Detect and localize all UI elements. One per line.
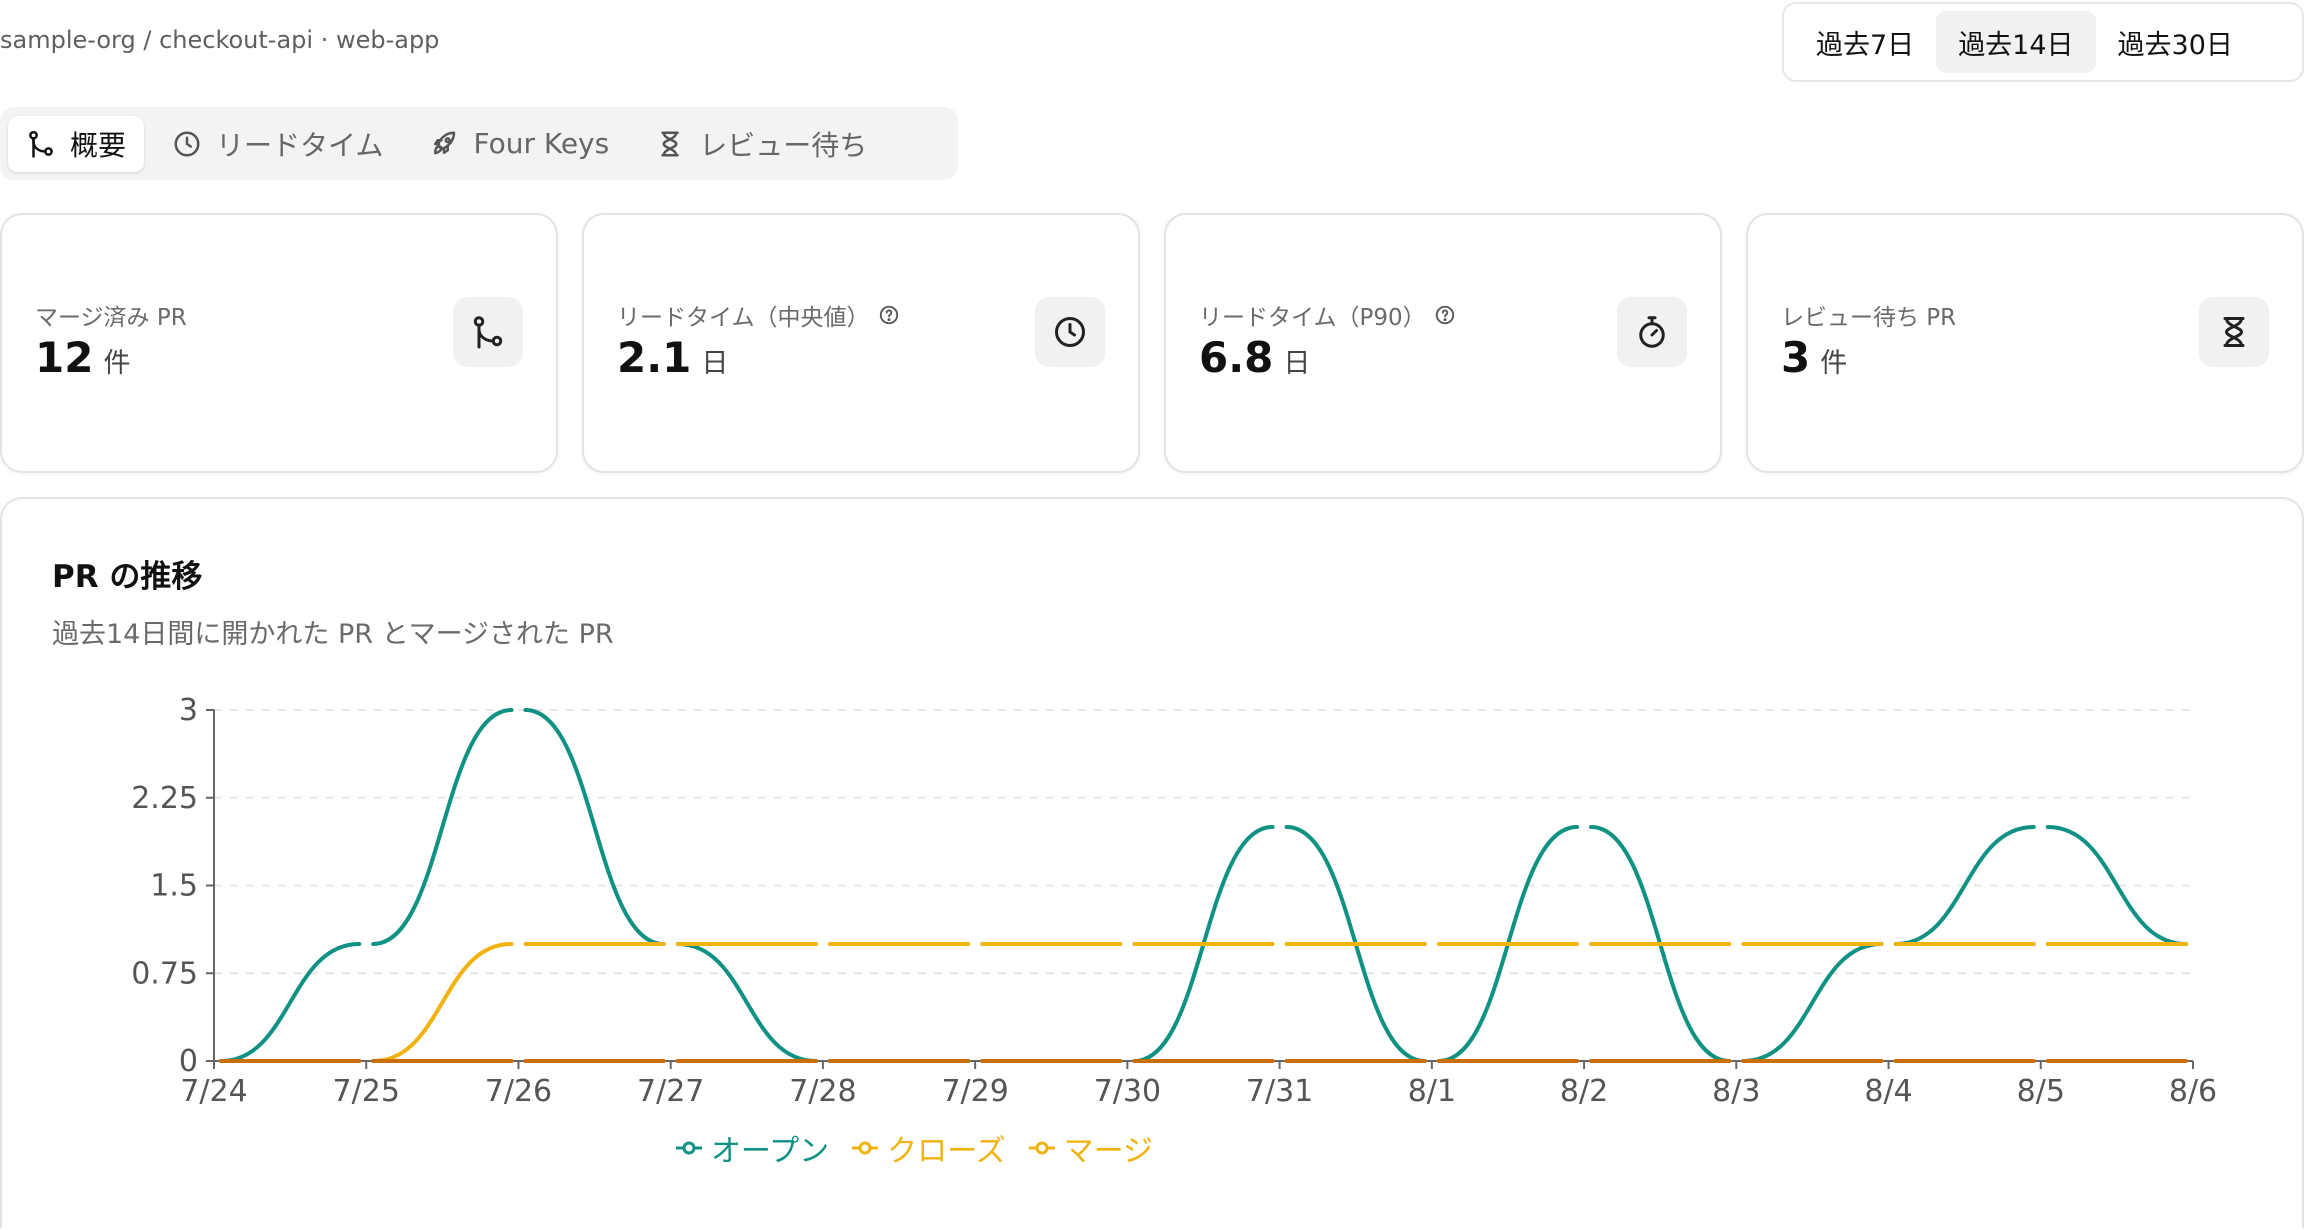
x-tick-label: 7/29 bbox=[941, 1074, 1008, 1109]
x-tick-label: 8/4 bbox=[1864, 1074, 1912, 1109]
kpi-label: リードタイム（中央値） bbox=[617, 298, 870, 332]
pr-trend-chart: 00.751.52.2537/247/257/267/277/287/297/3… bbox=[2, 499, 2302, 1230]
x-tick-label: 8/6 bbox=[2169, 1074, 2217, 1109]
kpi-value-wrap: 3 件 bbox=[1781, 333, 1847, 382]
kpi-label: リードタイム（P90） bbox=[1199, 298, 1426, 332]
kpi-label-wrap: リードタイム（中央値） bbox=[617, 298, 900, 332]
legend-label: クローズ bbox=[887, 1126, 1006, 1170]
kpi-icon-box bbox=[1035, 297, 1105, 367]
kpi-value: 3 bbox=[1781, 333, 1810, 382]
clock-icon bbox=[1052, 314, 1088, 350]
legend-line-icon bbox=[1028, 1140, 1056, 1156]
kpi-label-wrap: リードタイム（P90） bbox=[1199, 298, 1456, 332]
series-segment-open bbox=[1743, 944, 1881, 1061]
kpi-value-wrap: 2.1 日 bbox=[617, 333, 728, 382]
kpi-card-review-waiting: レビュー待ち PR 3 件 bbox=[1746, 213, 2304, 473]
help-icon[interactable] bbox=[878, 304, 900, 326]
kpi-label-wrap: レビュー待ち PR bbox=[1781, 298, 1956, 332]
kpi-icon-box bbox=[1617, 297, 1687, 367]
tab-review-waiting-label: レビュー待ち bbox=[699, 124, 867, 164]
tab-review-waiting[interactable]: レビュー待ち bbox=[637, 116, 885, 172]
kpi-unit: 日 bbox=[1283, 341, 1310, 380]
tab-four-keys-label: Four Keys bbox=[473, 127, 609, 160]
series-segment-open bbox=[678, 944, 816, 1061]
git-merge-icon bbox=[26, 129, 56, 159]
kpi-icon-box bbox=[453, 297, 523, 367]
hourglass-icon bbox=[2216, 314, 2252, 350]
help-icon[interactable] bbox=[1434, 304, 1456, 326]
x-tick-label: 8/1 bbox=[1408, 1074, 1456, 1109]
chart-legend: オープン クローズ マージ bbox=[2, 1126, 2304, 1170]
pr-trend-chart-card: PR の推移 過去14日間に開かれた PR とマージされた PR 00.751.… bbox=[0, 497, 2304, 1228]
kpi-card-merged-prs: マージ済み PR 12 件 bbox=[0, 213, 558, 473]
kpi-value-wrap: 6.8 日 bbox=[1199, 333, 1310, 382]
rocket-icon bbox=[429, 129, 459, 159]
range-7d-button[interactable]: 過去7日 bbox=[1794, 11, 1936, 73]
legend-line-icon bbox=[851, 1140, 879, 1156]
x-tick-label: 7/30 bbox=[1094, 1074, 1161, 1109]
series-segment-open bbox=[373, 710, 511, 944]
legend-item-open[interactable]: オープン bbox=[675, 1126, 829, 1170]
x-tick-label: 7/31 bbox=[1246, 1074, 1313, 1109]
legend-item-closed[interactable]: クローズ bbox=[851, 1126, 1006, 1170]
legend-label: マージ bbox=[1064, 1126, 1153, 1170]
kpi-value: 2.1 bbox=[617, 333, 691, 382]
series-segment-closed bbox=[373, 944, 511, 1061]
y-tick-label: 2.25 bbox=[131, 781, 198, 816]
kpi-unit: 件 bbox=[103, 341, 130, 380]
tab-bar: 概要 リードタイム Four Keys レビュー待ち bbox=[0, 107, 958, 180]
date-range-selector: 過去7日 過去14日 過去30日 bbox=[1782, 2, 2304, 82]
y-tick-label: 0.75 bbox=[131, 956, 198, 991]
kpi-label-wrap: マージ済み PR bbox=[35, 298, 187, 332]
tab-overview-label: 概要 bbox=[70, 124, 126, 164]
kpi-value-wrap: 12 件 bbox=[35, 333, 130, 382]
series-segment-open bbox=[525, 710, 663, 944]
kpi-label: レビュー待ち PR bbox=[1781, 298, 1956, 332]
kpi-card-lead-time-median: リードタイム（中央値） 2.1 日 bbox=[582, 213, 1140, 473]
git-merge-icon bbox=[470, 314, 506, 350]
series-segment-open bbox=[2048, 827, 2186, 944]
tab-overview[interactable]: 概要 bbox=[8, 116, 144, 172]
x-tick-label: 7/25 bbox=[333, 1074, 400, 1109]
kpi-value: 12 bbox=[35, 333, 93, 382]
breadcrumb: sample-org / checkout-api · web-app bbox=[0, 26, 439, 54]
stopwatch-icon bbox=[1634, 314, 1670, 350]
kpi-value: 6.8 bbox=[1199, 333, 1273, 382]
tab-lead-time-label: リードタイム bbox=[216, 124, 383, 164]
y-tick-label: 1.5 bbox=[150, 869, 198, 904]
x-tick-label: 7/24 bbox=[180, 1074, 247, 1109]
x-tick-label: 7/26 bbox=[485, 1074, 552, 1109]
y-tick-label: 3 bbox=[179, 693, 198, 728]
tab-lead-time[interactable]: リードタイム bbox=[154, 116, 401, 172]
range-30d-button[interactable]: 過去30日 bbox=[2096, 11, 2255, 73]
kpi-unit: 件 bbox=[1820, 341, 1847, 380]
legend-label: オープン bbox=[711, 1126, 829, 1170]
x-tick-label: 8/5 bbox=[2017, 1074, 2065, 1109]
kpi-card-lead-time-p90: リードタイム（P90） 6.8 日 bbox=[1164, 213, 1722, 473]
x-tick-label: 8/3 bbox=[1712, 1074, 1760, 1109]
kpi-unit: 日 bbox=[701, 341, 728, 380]
x-tick-label: 7/27 bbox=[637, 1074, 704, 1109]
hourglass-icon bbox=[655, 129, 685, 159]
range-14d-button[interactable]: 過去14日 bbox=[1936, 11, 2095, 73]
series-segment-open bbox=[221, 944, 359, 1061]
clock-icon bbox=[172, 129, 202, 159]
tab-four-keys[interactable]: Four Keys bbox=[411, 116, 627, 172]
kpi-label: マージ済み PR bbox=[35, 298, 187, 332]
legend-line-icon bbox=[675, 1140, 703, 1156]
legend-item-merged[interactable]: マージ bbox=[1028, 1126, 1153, 1170]
kpi-icon-box bbox=[2199, 297, 2269, 367]
x-tick-label: 8/2 bbox=[1560, 1074, 1608, 1109]
x-tick-label: 7/28 bbox=[789, 1074, 856, 1109]
